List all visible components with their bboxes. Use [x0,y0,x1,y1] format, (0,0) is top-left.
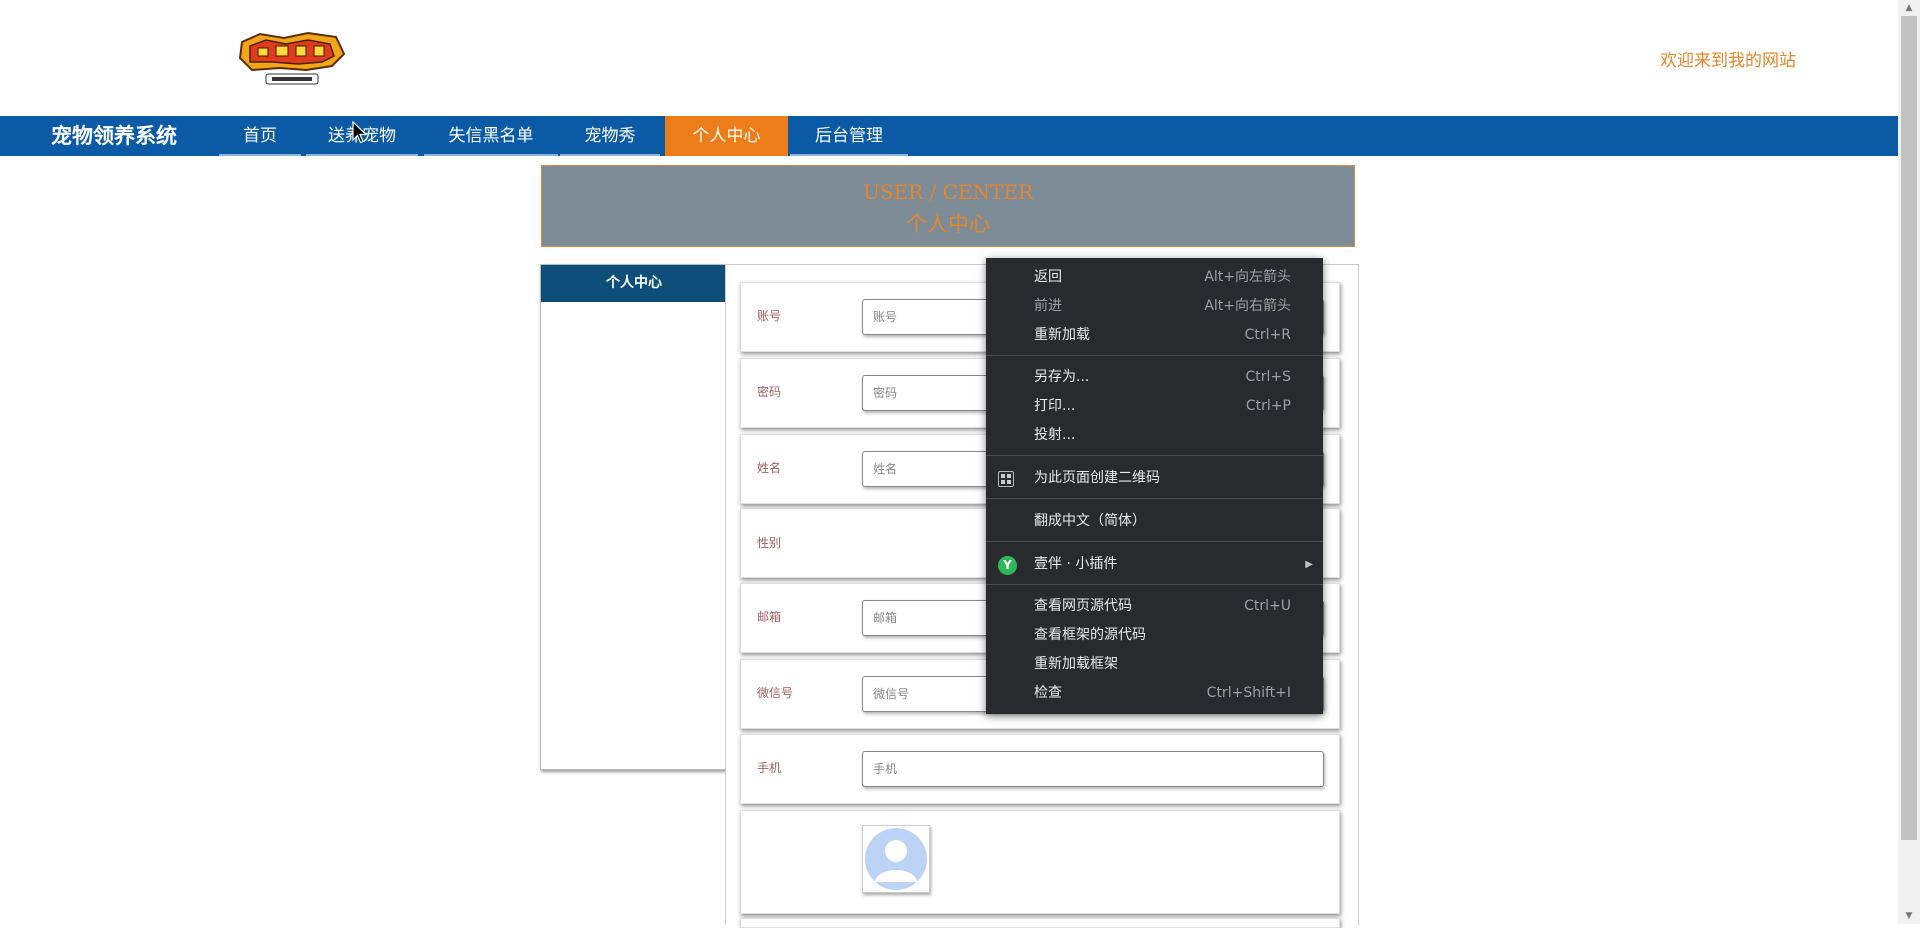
scroll-up-icon[interactable]: ▲ [1898,0,1920,16]
scrollbar-thumb[interactable] [1901,16,1917,840]
menu-item-back[interactable]: 返回 Alt+向左箭头 [986,263,1323,292]
banner-title-zh: 个人中心 [906,212,990,236]
menu-divider [986,498,1323,499]
field-label: 密码 [757,385,782,399]
menu-label: 投射... [1034,427,1076,443]
menu-label: 前进 [1034,298,1062,314]
yiban-plugin-icon: Y [998,556,1017,575]
menu-item-forward[interactable]: 前进 Alt+向右箭头 [986,292,1323,321]
menu-shortcut: Alt+向左箭头 [1204,269,1291,285]
menu-shortcut: Ctrl+R [1244,327,1291,343]
menu-label: 翻成中文（简体） [1034,513,1146,529]
menu-label: 壹伴 · 小插件 [1034,556,1118,572]
menu-label: 返回 [1034,269,1062,285]
menu-shortcut: Alt+向右箭头 [1204,298,1291,314]
menu-item-view-frame-source[interactable]: 查看框架的源代码 [986,621,1323,650]
menu-label: 查看网页源代码 [1034,598,1132,614]
site-logo [236,30,348,88]
nav-underline [790,154,908,156]
form-row-partial [740,918,1340,928]
nav-label: 后台管理 [815,126,883,146]
form-row-avatar [740,810,1340,914]
nav-underline [306,154,418,156]
menu-item-translate[interactable]: 翻成中文（简体） [986,507,1323,536]
menu-divider [986,541,1323,542]
menu-label: 查看框架的源代码 [1034,627,1146,643]
nav-item-admin[interactable]: 后台管理 [790,116,908,156]
menu-shortcut: Ctrl+U [1244,598,1291,614]
qr-code-icon [998,471,1014,487]
avatar-image[interactable] [862,825,930,893]
menu-label: 打印... [1034,398,1076,414]
nav-item-pet-show[interactable]: 宠物秀 [560,116,660,156]
menu-item-reload-frame[interactable]: 重新加载框架 [986,650,1323,679]
menu-item-yiban-plugin[interactable]: Y 壹伴 · 小插件 ▶ [986,550,1323,579]
field-label: 微信号 [757,686,794,700]
field-label: 姓名 [757,461,782,475]
form-row-phone: 手机 手机 [740,734,1340,804]
menu-item-print[interactable]: 打印... Ctrl+P [986,392,1323,421]
field-label: 账号 [757,309,782,323]
field-label: 邮箱 [757,610,782,624]
nav-label: 宠物秀 [584,126,636,146]
context-menu: 返回 Alt+向左箭头 前进 Alt+向右箭头 重新加载 Ctrl+R 另存为... C… [986,258,1323,714]
menu-item-create-qr[interactable]: 为此页面创建二维码 [986,464,1323,493]
menu-shortcut: Ctrl+Shift+I [1206,685,1291,701]
menu-label: 另存为... [1034,369,1090,385]
site-brand: 宠物领养系统 [51,124,177,148]
page-banner: USER / CENTER 个人中心 [541,165,1355,247]
nav-underline [560,154,660,156]
nav-label: 首页 [243,126,277,146]
nav-item-user-center[interactable]: 个人中心 [665,116,788,156]
mouse-cursor-icon [352,120,368,149]
phone-input[interactable]: 手机 [862,751,1324,787]
menu-item-reload[interactable]: 重新加载 Ctrl+R [986,321,1323,350]
avatar-icon [863,826,929,892]
menu-divider [986,584,1323,585]
menu-item-view-source[interactable]: 查看网页源代码 Ctrl+U [986,592,1323,621]
field-label: 手机 [757,761,782,775]
welcome-text: 欢迎来到我的网站 [1660,51,1796,71]
menu-shortcut: Ctrl+S [1245,369,1291,385]
scroll-down-icon[interactable]: ▼ [1898,908,1920,924]
menu-label: 重新加载框架 [1034,656,1118,672]
nav-item-blacklist[interactable]: 失信黑名单 [424,116,558,156]
menu-label: 为此页面创建二维码 [1034,470,1160,486]
banner-title-en: USER / CENTER [862,180,1034,204]
menu-shortcut: Ctrl+P [1245,398,1291,414]
menu-divider [986,455,1323,456]
menu-item-cast[interactable]: 投射... [986,421,1323,450]
field-label: 性别 [757,536,782,550]
menu-item-inspect[interactable]: 检查 Ctrl+Shift+I [986,679,1323,708]
menu-label: 检查 [1034,685,1062,701]
nav-underline [424,154,558,156]
nav-label: 失信黑名单 [448,126,534,146]
menu-label: 重新加载 [1034,327,1090,343]
menu-item-save-as[interactable]: 另存为... Ctrl+S [986,363,1323,392]
submenu-arrow-icon: ▶ [1305,559,1313,570]
menu-divider [986,355,1323,356]
main-navbar: 宠物领养系统 首页 送养宠物 失信黑名单 宠物秀 个人中心 后台管理 [0,116,1898,156]
nav-item-home[interactable]: 首页 [219,116,301,156]
nav-underline [219,154,301,156]
side-panel: 个人中心 [540,264,728,770]
side-panel-title[interactable]: 个人中心 [541,265,727,302]
nav-label: 个人中心 [692,126,761,146]
